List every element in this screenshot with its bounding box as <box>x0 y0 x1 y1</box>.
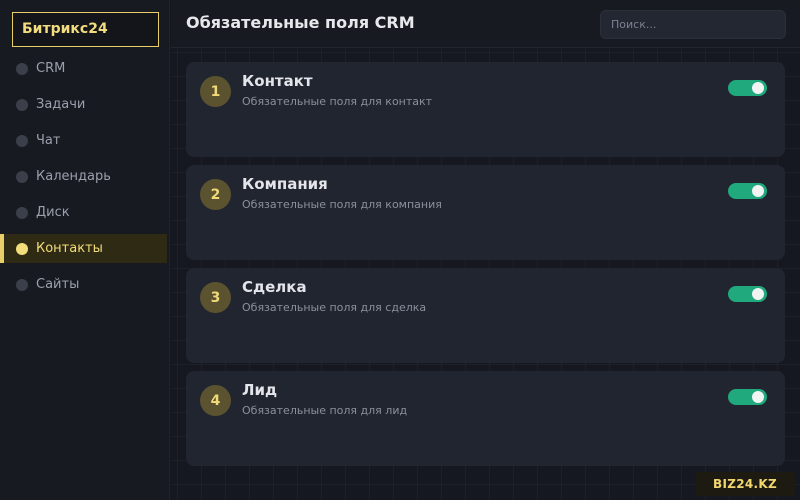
card-number-badge: 4 <box>200 385 231 416</box>
nav-dot-icon <box>16 98 28 111</box>
sidebar-item-label: Контакты <box>36 241 103 256</box>
app-window: Битрикс24 CRM Задачи Чат Календарь Диск <box>0 0 800 500</box>
card-title: Компания <box>242 175 328 193</box>
nav-dot-icon <box>16 62 28 75</box>
sidebar-item-sites[interactable]: Сайты <box>0 270 167 299</box>
main-panel: Обязательные поля CRM 1 Контакт Обязател… <box>171 0 800 500</box>
sidebar-item-label: Сайты <box>36 277 80 292</box>
sidebar-item-label: CRM <box>36 61 66 76</box>
enable-toggle[interactable] <box>728 80 767 96</box>
card-subtitle: Обязательные поля для компания <box>242 198 442 211</box>
card-number-badge: 2 <box>200 179 231 210</box>
nav-dot-icon <box>16 134 28 147</box>
sidebar-item-label: Задачи <box>36 97 86 112</box>
card-subtitle: Обязательные поля для контакт <box>242 95 433 108</box>
brand-logo[interactable]: Битрикс24 <box>12 12 159 47</box>
required-fields-card-deal: 3 Сделка Обязательные поля для сделка <box>186 268 785 363</box>
site-badge[interactable]: BIZ24.KZ <box>695 472 795 496</box>
card-number-badge: 1 <box>200 76 231 107</box>
sidebar-item-label: Чат <box>36 133 61 148</box>
sidebar-item-disk[interactable]: Диск <box>0 198 167 227</box>
card-subtitle: Обязательные поля для сделка <box>242 301 427 314</box>
card-number-badge: 3 <box>200 282 231 313</box>
sidebar: Битрикс24 CRM Задачи Чат Календарь Диск <box>0 0 170 500</box>
card-subtitle: Обязательные поля для лид <box>242 404 408 417</box>
sidebar-item-label: Диск <box>36 205 70 220</box>
toggle-knob <box>752 82 764 94</box>
nav-dot-icon <box>16 278 28 291</box>
search-input[interactable] <box>600 10 786 39</box>
card-title: Контакт <box>242 72 313 90</box>
sidebar-item-contacts[interactable]: Контакты <box>0 234 167 263</box>
toggle-knob <box>752 288 764 300</box>
nav-dot-icon <box>16 170 28 183</box>
required-fields-card-lead: 4 Лид Обязательные поля для лид <box>186 371 785 466</box>
sidebar-item-chat[interactable]: Чат <box>0 126 167 155</box>
page-title: Обязательные поля CRM <box>186 13 415 32</box>
sidebar-item-calendar[interactable]: Календарь <box>0 162 167 191</box>
nav-dot-icon <box>16 242 28 255</box>
sidebar-item-label: Календарь <box>36 169 111 184</box>
sidebar-item-crm[interactable]: CRM <box>0 54 167 83</box>
nav-dot-icon <box>16 206 28 219</box>
toggle-knob <box>752 391 764 403</box>
enable-toggle[interactable] <box>728 183 767 199</box>
sidebar-item-tasks[interactable]: Задачи <box>0 90 167 119</box>
top-bar: Обязательные поля CRM <box>171 0 800 48</box>
enable-toggle[interactable] <box>728 389 767 405</box>
required-fields-card-contact: 1 Контакт Обязательные поля для контакт <box>186 62 785 157</box>
sidebar-nav: CRM Задачи Чат Календарь Диск Контакты С… <box>0 54 170 306</box>
required-fields-card-company: 2 Компания Обязательные поля для компани… <box>186 165 785 260</box>
toggle-knob <box>752 185 764 197</box>
card-title: Лид <box>242 381 278 399</box>
enable-toggle[interactable] <box>728 286 767 302</box>
card-title: Сделка <box>242 278 307 296</box>
